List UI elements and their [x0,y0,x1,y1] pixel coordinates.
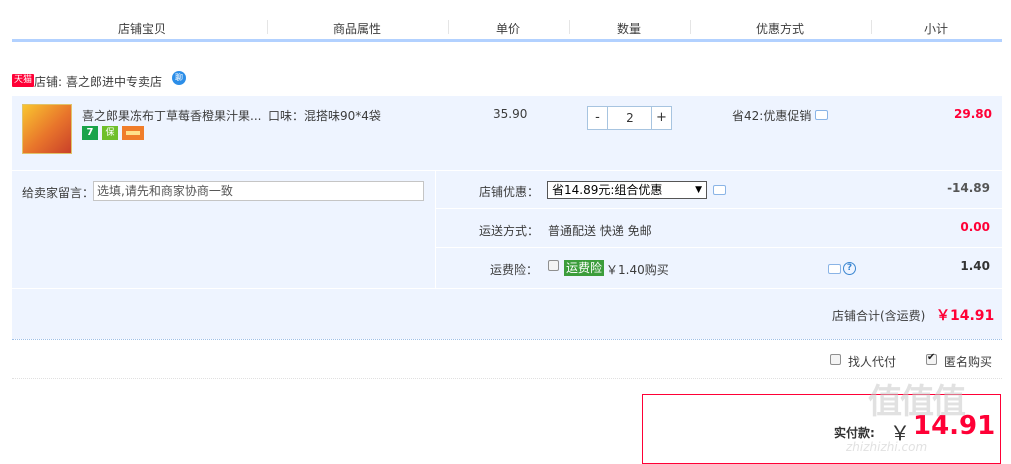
payment-label: 实付款: [834,426,875,440]
product-thumbnail[interactable] [22,104,72,154]
column-attributes: 商品属性 [332,22,381,36]
row-divider [12,288,1002,289]
anonymous-label: 匿名购买 [944,355,993,369]
insurance-amount: 1.40 [960,259,990,273]
column-divider [267,20,268,34]
shipping-label: 运送方式： [479,224,540,238]
insurance-checkbox[interactable] [548,260,559,271]
comment-icon[interactable] [828,264,841,274]
column-divider [690,20,691,34]
guarantee-icon: 保 [102,126,118,140]
shop-discount-label: 店铺优惠： [479,185,540,199]
column-subtotal: 小计 [923,22,948,36]
shop-discount-amount: -14.89 [947,181,990,195]
column-divider [871,20,872,34]
wangwang-chat-icon[interactable]: 聊 [172,71,186,85]
row-divider [436,208,1002,209]
shop-label: 店铺: [34,75,63,89]
shop-discount-select[interactable]: 省14.89元:组合优惠 ▼ [547,181,707,199]
promotion-text: 省42:优惠促销 [732,109,812,123]
column-shop-items: 店铺宝贝 [117,22,166,36]
column-discount: 优惠方式 [755,22,804,36]
insurance-label: 运费险： [490,263,539,277]
section-divider [12,378,1002,379]
seven-day-return-icon: 7 [82,126,98,140]
panel-bottom-border [12,339,1002,340]
shop-discount-selected: 省14.89元:组合优惠 [552,183,663,197]
tmall-badge: 天猫 [12,74,35,87]
watermark-url: zhizhizhi.com [846,440,928,454]
quantity-increase-button[interactable]: + [651,107,671,129]
shipping-method: 普通配送 快递 免邮 [548,224,652,238]
unit-price: 35.90 [493,107,528,121]
credit-card-icon [122,126,144,140]
column-quantity: 数量 [616,22,641,36]
shop-total-label: 店铺合计(含运费) [832,309,926,323]
quantity-input[interactable]: 2 [609,107,651,129]
product-title-link[interactable]: 喜之郎果冻布丁草莓香橙果汁果... [82,107,261,124]
order-item-panel [12,96,1002,339]
pay-by-other-checkbox[interactable] [830,354,841,365]
chevron-down-icon: ▼ [695,185,702,195]
row-divider [12,170,1002,171]
shop-name-link[interactable]: 喜之郎进中专卖店 [66,73,162,90]
product-attributes: 口味：混搭味90*4袋 [268,109,381,123]
insurance-tag: 运费险 [564,260,605,276]
shipping-amount: 0.00 [960,220,990,234]
insurance-price: ￥1.40购买 [606,263,669,277]
row-divider [436,247,1002,248]
item-subtotal: 29.80 [954,107,992,121]
column-divider [435,170,436,288]
comment-icon[interactable] [713,185,726,195]
shop-total-value: ￥14.91 [936,308,995,324]
cart-column-header: 店铺宝贝 商品属性 单价 数量 优惠方式 小计 [12,14,1002,42]
help-icon[interactable]: ? [843,262,856,275]
pay-by-other-label: 找人代付 [848,355,897,369]
quantity-decrease-button[interactable]: - [588,107,608,129]
comment-icon[interactable] [815,110,828,120]
seller-message-input[interactable]: 选填,请先和商家协商一致 [93,181,424,201]
column-unit-price: 单价 [495,22,520,36]
seller-message-label: 给卖家留言： [22,186,95,200]
quantity-stepper: - 2 + [587,106,672,130]
watermark-logo: 值值值 [868,382,966,422]
anonymous-checkbox[interactable] [926,352,937,365]
